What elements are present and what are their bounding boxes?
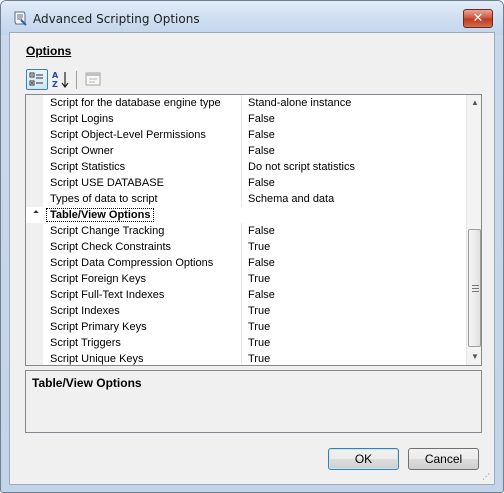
property-grid-toolbar: A Z <box>26 69 486 91</box>
sort-az-icon: A Z <box>52 71 69 89</box>
property-grid: Script for the database engine type Stan… <box>25 94 482 366</box>
column-divider <box>241 95 242 111</box>
property-value[interactable]: False <box>248 223 275 239</box>
column-divider <box>241 111 242 127</box>
description-panel: Table/View Options <box>25 370 482 433</box>
property-value[interactable]: True <box>248 351 270 365</box>
property-row[interactable]: Types of data to script Schema and data <box>26 191 466 207</box>
column-divider <box>241 335 242 351</box>
property-value[interactable]: False <box>248 111 275 127</box>
property-row[interactable]: Script Foreign Keys True <box>26 271 466 287</box>
property-value[interactable]: False <box>248 143 275 159</box>
vertical-scrollbar[interactable]: ▲ ▼ <box>466 95 481 365</box>
property-name: Script Unique Keys <box>50 353 144 365</box>
property-row[interactable]: Script Unique Keys True <box>26 351 466 365</box>
property-value[interactable]: False <box>248 175 275 191</box>
property-value[interactable]: False <box>248 127 275 143</box>
alphabetical-button[interactable]: A Z <box>50 69 72 90</box>
property-pages-icon <box>85 72 101 86</box>
ok-button[interactable]: OK <box>328 448 399 470</box>
property-row[interactable]: Script Change Tracking False <box>26 223 466 239</box>
property-value[interactable]: True <box>248 335 270 351</box>
property-name: Script Change Tracking <box>50 225 165 237</box>
property-rows: Script for the database engine type Stan… <box>26 95 466 365</box>
property-name: Script Object-Level Permissions <box>50 129 206 141</box>
category-row-table-view-options[interactable]: Table/View Options <box>26 207 466 223</box>
toolbar-separator <box>76 71 77 89</box>
category-name: Table/View Options <box>46 208 155 222</box>
property-value[interactable]: Do not script statistics <box>248 159 355 175</box>
property-name: Types of data to script <box>50 193 158 205</box>
scroll-down-arrow-icon[interactable]: ▼ <box>467 349 481 365</box>
column-divider <box>241 255 242 271</box>
column-divider <box>241 127 242 143</box>
grip-icon <box>472 285 479 292</box>
close-button[interactable]: ✕ <box>463 9 493 28</box>
property-name: Script USE DATABASE <box>50 177 164 189</box>
property-value[interactable]: True <box>248 319 270 335</box>
property-value[interactable]: True <box>248 271 270 287</box>
property-name: Script Full-Text Indexes <box>50 289 165 301</box>
property-row[interactable]: Script Statistics Do not script statisti… <box>26 159 466 175</box>
property-name: Script Statistics <box>50 161 126 173</box>
title-bar[interactable]: Advanced Scripting Options ✕ <box>1 1 503 35</box>
dialog-window: Advanced Scripting Options ✕ Options A Z… <box>0 0 504 493</box>
column-divider <box>241 271 242 287</box>
property-value[interactable]: False <box>248 255 275 271</box>
property-row[interactable]: Script Check Constraints True <box>26 239 466 255</box>
property-row[interactable]: Script Owner False <box>26 143 466 159</box>
column-divider <box>241 175 242 191</box>
options-heading-text: Options <box>26 44 72 58</box>
property-value[interactable]: True <box>248 303 270 319</box>
property-name: Script Owner <box>50 145 114 157</box>
property-row[interactable]: Script Data Compression Options False <box>26 255 466 271</box>
column-divider <box>241 303 242 319</box>
column-divider <box>241 239 242 255</box>
property-name: Script for the database engine type <box>50 97 221 109</box>
property-value[interactable]: Schema and data <box>248 191 334 207</box>
property-name: Script Check Constraints <box>50 241 172 253</box>
scrollbar-thumb[interactable] <box>468 229 481 347</box>
property-name: Script Primary Keys <box>50 321 147 333</box>
options-heading: Options <box>26 44 71 58</box>
property-pages-button[interactable] <box>82 69 104 90</box>
property-row[interactable]: Script Indexes True <box>26 303 466 319</box>
cancel-button[interactable]: Cancel <box>408 448 479 470</box>
property-row[interactable]: Script Object-Level Permissions False <box>26 127 466 143</box>
property-name: Script Logins <box>50 113 114 125</box>
column-divider <box>241 223 242 239</box>
column-divider <box>241 191 242 207</box>
column-divider <box>241 143 242 159</box>
categorized-button[interactable] <box>26 69 48 90</box>
property-row[interactable]: Script Primary Keys True <box>26 319 466 335</box>
property-name: Script Foreign Keys <box>50 273 146 285</box>
property-row[interactable]: Script Triggers True <box>26 335 466 351</box>
property-value[interactable]: Stand-alone instance <box>248 95 351 111</box>
column-divider <box>241 351 242 365</box>
property-row[interactable]: Script Full-Text Indexes False <box>26 287 466 303</box>
property-name: Script Indexes <box>50 305 120 317</box>
scroll-up-arrow-icon[interactable]: ▲ <box>467 95 481 111</box>
property-value[interactable]: True <box>248 239 270 255</box>
svg-text:Z: Z <box>52 80 58 89</box>
property-value[interactable]: False <box>248 287 275 303</box>
property-row[interactable]: Script USE DATABASE False <box>26 175 466 191</box>
categorized-icon <box>29 72 43 86</box>
svg-text:A: A <box>52 71 59 80</box>
property-row[interactable]: Script for the database engine type Stan… <box>26 95 466 111</box>
property-name: Script Triggers <box>50 337 121 349</box>
property-row[interactable]: Script Logins False <box>26 111 466 127</box>
collapse-arrow-icon[interactable] <box>33 210 39 216</box>
script-wizard-icon <box>14 11 27 26</box>
description-title: Table/View Options <box>32 376 142 390</box>
window-title: Advanced Scripting Options <box>33 12 200 26</box>
column-divider <box>241 287 242 303</box>
dialog-client-area: Options A Z Script for the database engi… <box>9 32 495 485</box>
column-divider <box>241 159 242 175</box>
resize-grip-icon[interactable]: ⋰ <box>482 472 492 482</box>
column-divider <box>241 319 242 335</box>
property-name: Script Data Compression Options <box>50 257 214 269</box>
